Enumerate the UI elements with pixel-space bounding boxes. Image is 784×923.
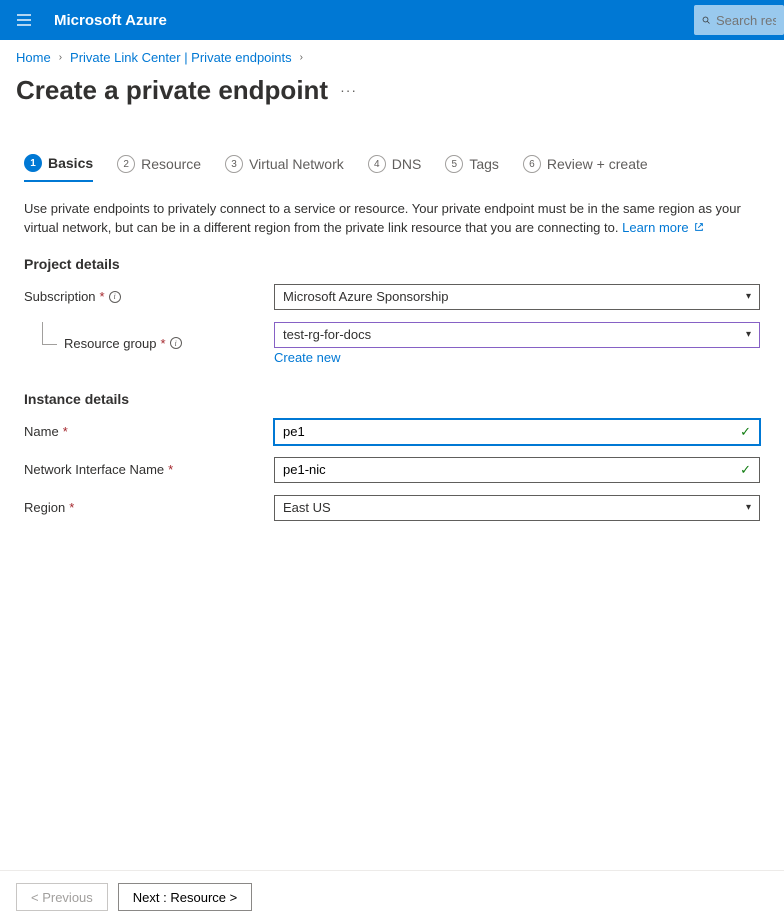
- required-asterisk: *: [63, 424, 68, 439]
- subscription-select[interactable]: Microsoft Azure Sponsorship ▾: [274, 284, 760, 310]
- nic-name-control: ✓: [274, 457, 760, 483]
- create-new-resource-group-link[interactable]: Create new: [274, 350, 340, 365]
- tab-review-create[interactable]: 6 Review + create: [523, 154, 648, 182]
- required-asterisk: *: [69, 500, 74, 515]
- tab-virtual-network[interactable]: 3 Virtual Network: [225, 154, 344, 182]
- select-value: test-rg-for-docs: [283, 327, 371, 342]
- breadcrumb-home[interactable]: Home: [16, 50, 51, 65]
- region-row: Region * East US ▾: [24, 495, 760, 521]
- breadcrumb: Home › Private Link Center | Private end…: [0, 40, 784, 71]
- tab-step-number: 1: [24, 154, 42, 172]
- name-row: Name * ✓: [24, 419, 760, 445]
- resource-group-control: test-rg-for-docs ▾ Create new: [274, 322, 760, 365]
- name-control: ✓: [274, 419, 760, 445]
- project-details-heading: Project details: [24, 256, 760, 272]
- tab-label: Tags: [469, 156, 499, 172]
- wizard-footer: < Previous Next : Resource >: [0, 870, 784, 923]
- tab-tags[interactable]: 5 Tags: [445, 154, 499, 182]
- name-input-wrapper: ✓: [274, 419, 760, 445]
- nic-name-row: Network Interface Name * ✓: [24, 457, 760, 483]
- previous-button: < Previous: [16, 883, 108, 911]
- select-value: East US: [283, 500, 331, 515]
- hamburger-menu-button[interactable]: [0, 0, 48, 40]
- checkmark-icon: ✓: [740, 424, 751, 440]
- tab-step-number: 6: [523, 155, 541, 173]
- next-button[interactable]: Next : Resource >: [118, 883, 252, 911]
- tab-label: DNS: [392, 156, 422, 172]
- label-text: Network Interface Name: [24, 462, 164, 477]
- subscription-row: Subscription * i Microsoft Azure Sponsor…: [24, 284, 760, 310]
- label-text: Subscription: [24, 289, 96, 304]
- tab-dns[interactable]: 4 DNS: [368, 154, 422, 182]
- resource-group-row: Resource group * i test-rg-for-docs ▾ Cr…: [24, 322, 760, 365]
- select-value: Microsoft Azure Sponsorship: [283, 289, 448, 304]
- chevron-right-icon: ›: [59, 52, 62, 63]
- name-label: Name *: [24, 424, 274, 439]
- form-content: Use private endpoints to privately conne…: [0, 182, 784, 551]
- instance-details-heading: Instance details: [24, 391, 760, 407]
- wizard-tabs: 1 Basics 2 Resource 3 Virtual Network 4 …: [0, 154, 784, 182]
- global-search[interactable]: [694, 5, 784, 35]
- required-asterisk: *: [168, 462, 173, 477]
- nic-name-input[interactable]: [283, 462, 740, 477]
- nic-name-label: Network Interface Name *: [24, 462, 274, 477]
- top-bar: Microsoft Azure: [0, 0, 784, 40]
- nic-input-wrapper: ✓: [274, 457, 760, 483]
- brand-label: Microsoft Azure: [48, 12, 694, 29]
- page-title: Create a private endpoint: [16, 75, 328, 106]
- info-icon[interactable]: i: [109, 291, 121, 303]
- tab-step-number: 5: [445, 155, 463, 173]
- tab-label: Basics: [48, 155, 93, 171]
- chevron-down-icon: ▾: [746, 291, 751, 302]
- subscription-control: Microsoft Azure Sponsorship ▾: [274, 284, 760, 310]
- name-input[interactable]: [283, 424, 740, 439]
- intro-text: Use private endpoints to privately conne…: [24, 200, 760, 238]
- page-title-row: Create a private endpoint ···: [0, 71, 784, 106]
- learn-more-link[interactable]: Learn more: [622, 220, 704, 235]
- resource-group-select[interactable]: test-rg-for-docs ▾: [274, 322, 760, 348]
- breadcrumb-private-link-center[interactable]: Private Link Center | Private endpoints: [70, 50, 292, 65]
- learn-more-label: Learn more: [622, 220, 688, 235]
- tab-resource[interactable]: 2 Resource: [117, 154, 201, 182]
- required-asterisk: *: [161, 336, 166, 351]
- tab-step-number: 4: [368, 155, 386, 173]
- tab-label: Review + create: [547, 156, 648, 172]
- tab-step-number: 2: [117, 155, 135, 173]
- region-select[interactable]: East US ▾: [274, 495, 760, 521]
- tab-label: Virtual Network: [249, 156, 344, 172]
- checkmark-icon: ✓: [740, 462, 751, 478]
- chevron-right-icon: ›: [300, 52, 303, 63]
- label-text: Resource group: [64, 336, 157, 351]
- more-actions-button[interactable]: ···: [340, 82, 357, 100]
- required-asterisk: *: [100, 289, 105, 304]
- info-icon[interactable]: i: [170, 337, 182, 349]
- hamburger-icon: [16, 12, 32, 28]
- region-control: East US ▾: [274, 495, 760, 521]
- search-input[interactable]: [716, 13, 776, 28]
- chevron-down-icon: ▾: [746, 329, 751, 340]
- chevron-down-icon: ▾: [746, 502, 751, 513]
- label-text: Name: [24, 424, 59, 439]
- search-icon: [702, 13, 710, 27]
- tab-basics[interactable]: 1 Basics: [24, 154, 93, 182]
- external-link-icon: [694, 222, 704, 232]
- subscription-label: Subscription * i: [24, 289, 274, 304]
- label-text: Region: [24, 500, 65, 515]
- tab-step-number: 3: [225, 155, 243, 173]
- region-label: Region *: [24, 500, 274, 515]
- resource-group-label: Resource group * i: [24, 336, 274, 351]
- tab-label: Resource: [141, 156, 201, 172]
